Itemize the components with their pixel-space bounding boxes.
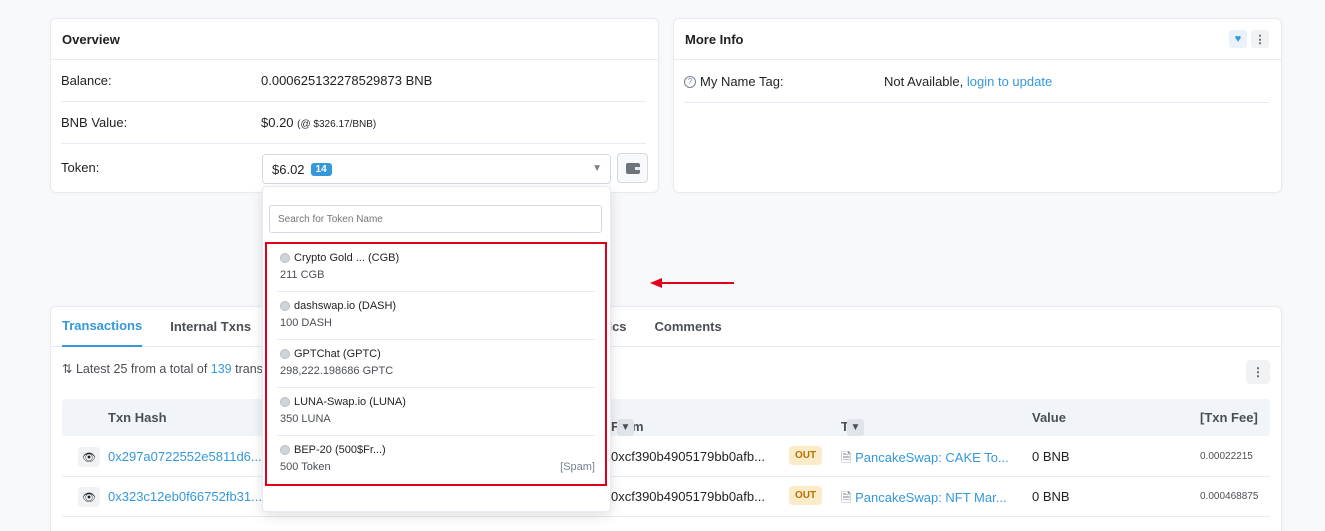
to-address-link[interactable]: PancakeSwap: NFT Mar... [855,490,1007,505]
tab-internal-txns[interactable]: Internal Txns [170,307,251,347]
name-tag-row: ? My Name Tag: Not Available, login to u… [684,61,1269,103]
txn-value: 0 BNB [1032,489,1070,504]
token-count-badge: 14 [310,162,332,176]
annotation-arrow-icon [650,278,734,288]
from-address[interactable]: 0xcf390b4905179bb0afb... [611,449,765,464]
bnb-rate: (@ $326.17/BNB) [297,119,377,130]
token-icon [280,301,290,311]
out-badge: OUT [789,446,823,465]
bnb-value: $0.20 [261,115,294,130]
tab-bar: Transactions Internal Txns tics Comments [51,307,1281,347]
filter-icon[interactable]: ▼ [617,419,634,436]
token-item[interactable]: GPTChat (GPTC) 298,222.198686 GPTC [277,340,595,388]
more-options-icon[interactable]: ⋮ [1251,30,1269,48]
balance-value: 0.000625132278529873 BNB [261,73,433,88]
col-txn-fee: [Txn Fee] [1200,410,1258,425]
col-txn-hash: Txn Hash [108,410,167,425]
txn-fee: 0.00022215 [1200,451,1253,462]
token-search-input[interactable] [269,205,602,233]
table-row-partial [62,517,1270,531]
table-row: 👁 0x297a0722552e5811d6... 0xcf390b490517… [62,437,1270,477]
name-tag-value: Not Available, [884,74,964,89]
contract-icon: 🗎 [841,450,852,465]
chevron-down-icon: ▼ [592,163,602,174]
token-value: $6.02 [272,161,305,177]
more-options-icon[interactable]: ⋮ [1246,360,1270,384]
overview-title: Overview [51,19,658,60]
token-item[interactable]: Crypto Gold ... (CGB) 211 CGB [277,244,595,292]
eye-icon[interactable]: 👁 [78,447,100,467]
token-icon [280,349,290,359]
token-icon [280,397,290,407]
login-link[interactable]: login to update [967,74,1052,89]
transactions-card: Transactions Internal Txns tics Comments… [50,306,1282,531]
eye-icon[interactable]: 👁 [78,487,100,507]
bnb-value-row: BNB Value: $0.20 (@ $326.17/BNB) [61,102,646,144]
token-icon [280,253,290,263]
table-header: Txn Hash From▼ To▼ Value [Txn Fee] [62,399,1270,436]
overview-card: Overview Balance: 0.000625132278529873 B… [50,18,659,193]
filter-icon[interactable]: ▼ [847,419,864,436]
wallet-icon [625,163,640,174]
highlight-box: Crypto Gold ... (CGB) 211 CGB dashswap.i… [265,242,607,486]
tab-transactions[interactable]: Transactions [62,307,143,347]
txn-value: 0 BNB [1032,449,1070,464]
token-dropdown[interactable]: $6.02 14 ▼ [262,154,611,184]
total-count-link[interactable]: 139 [211,362,232,376]
token-item[interactable]: dashswap.io (DASH) 100 DASH [277,292,595,340]
txn-hash-link[interactable]: 0x323c12eb0f66752fb31... [108,489,262,504]
token-icon [280,445,290,455]
balance-row: Balance: 0.000625132278529873 BNB [61,60,646,102]
col-value: Value [1032,410,1066,425]
more-info-title: More Info [674,19,1281,60]
spam-tag: [Spam] [560,461,595,473]
out-badge: OUT [789,486,823,505]
balance-label: Balance: [61,73,112,88]
from-address[interactable]: 0xcf390b4905179bb0afb... [611,489,765,504]
table-row: 👁 0x323c12eb0f66752fb31... 0xcf390b49051… [62,477,1270,517]
txn-fee: 0.000468875 [1200,491,1259,502]
token-item[interactable]: LUNA-Swap.io (LUNA) 350 LUNA [277,388,595,436]
txn-hash-link[interactable]: 0x297a0722552e5811d6... [108,449,262,464]
to-address-link[interactable]: PancakeSwap: CAKE To... [855,450,1009,465]
sort-icon: ⇅ [62,362,73,376]
more-info-card: More Info ♥ ⋮ ? My Name Tag: Not Availab… [673,18,1282,193]
tab-comments[interactable]: Comments [655,307,722,347]
heart-icon[interactable]: ♥ [1229,30,1247,48]
token-dropdown-menu: Crypto Gold ... (CGB) 211 CGB dashswap.i… [262,186,611,512]
question-circle-icon: ? [684,75,696,88]
token-item[interactable]: BEP-20 (500$Fr...) 500 Token [Spam] [277,436,595,484]
contract-icon: 🗎 [841,490,852,505]
name-tag-label: My Name Tag: [700,74,784,89]
bnb-value-label: BNB Value: [61,115,128,130]
latest-summary: ⇅ Latest 25 from a total of 139 trans [62,362,263,376]
token-label: Token: [61,160,100,175]
wallet-button[interactable] [617,153,648,183]
